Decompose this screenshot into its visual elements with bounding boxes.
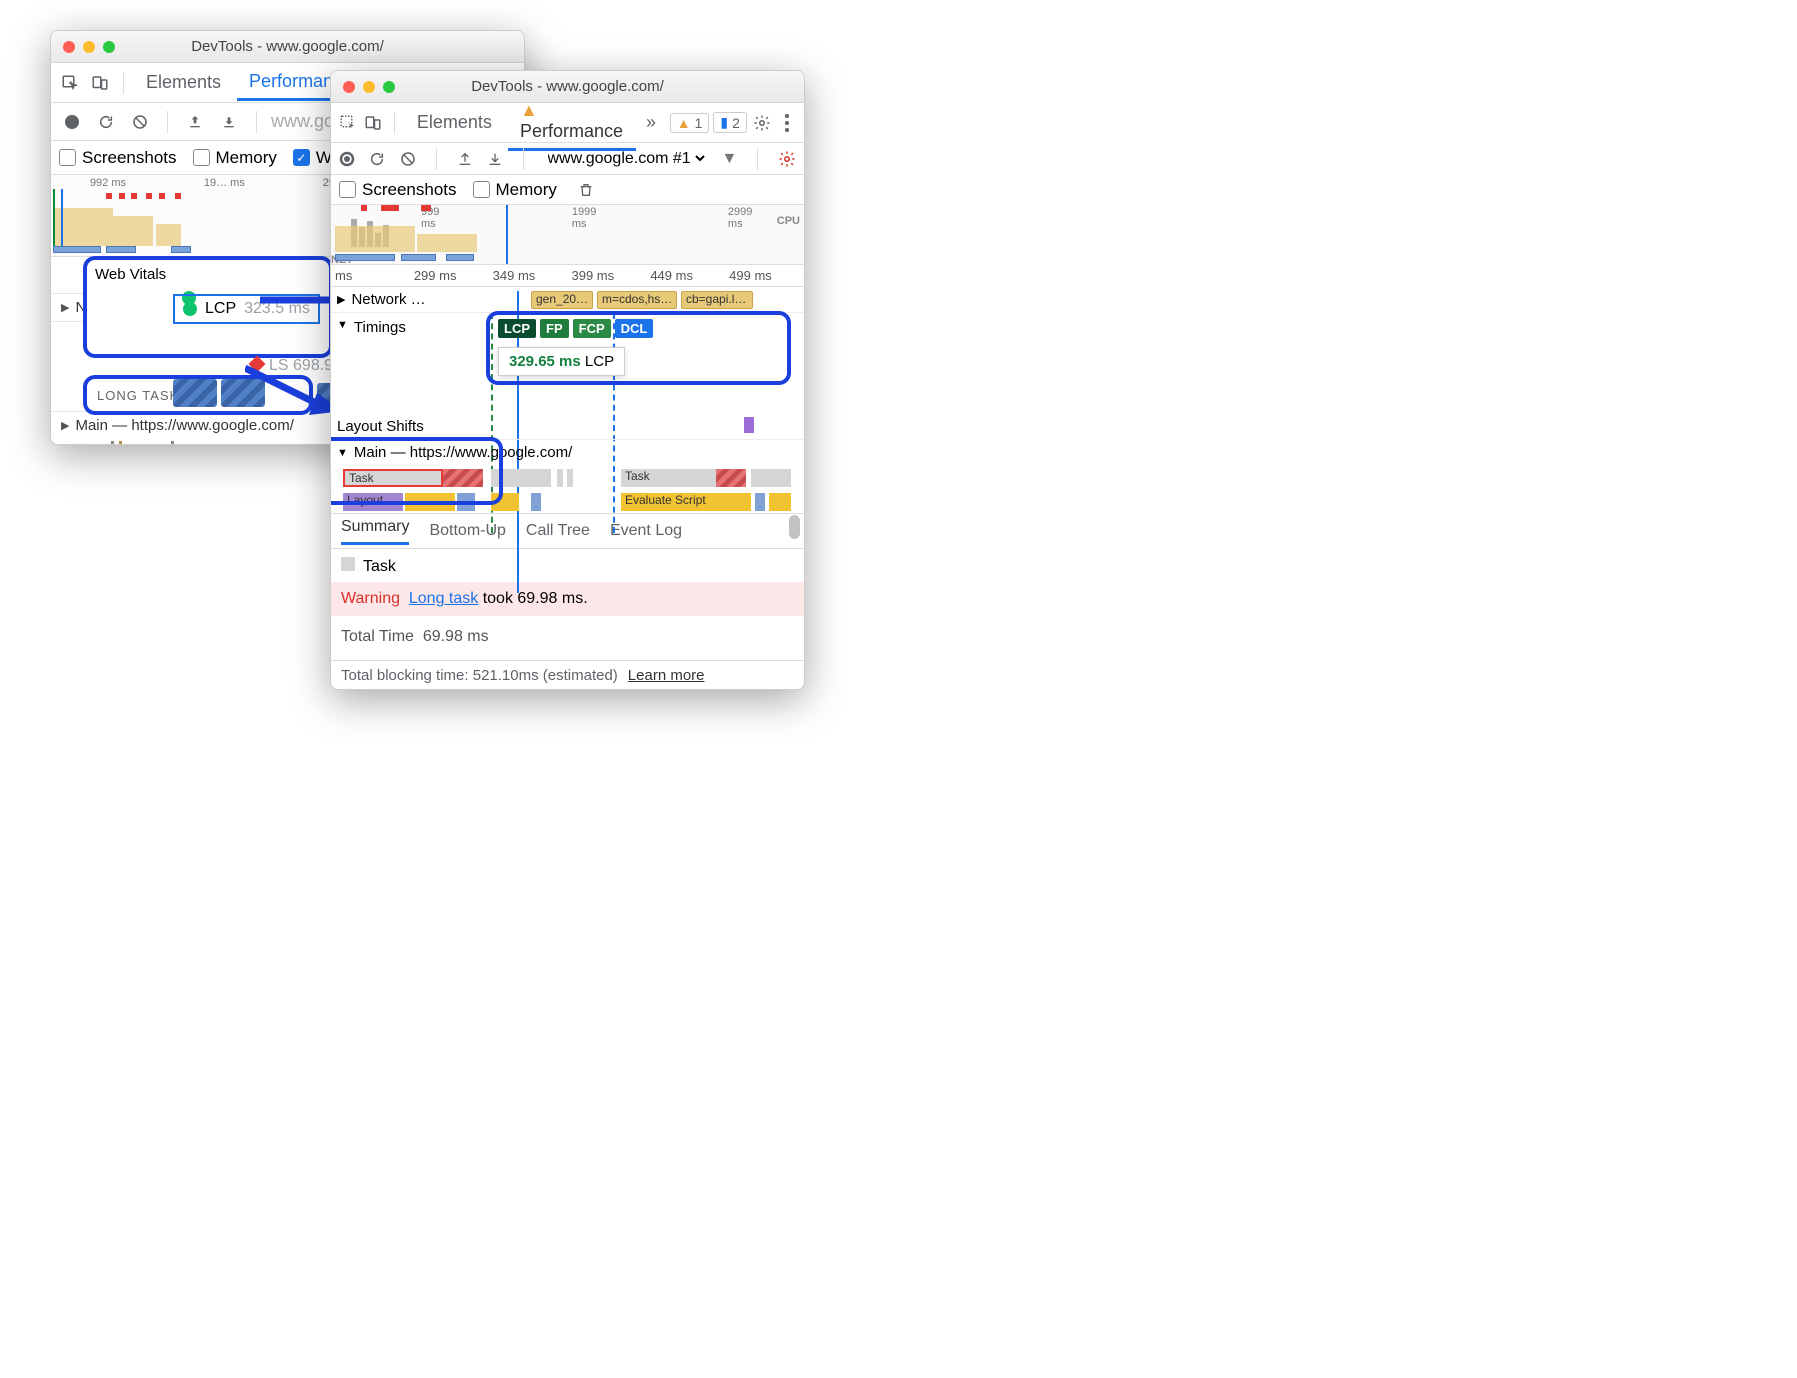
traffic-lights <box>343 81 395 93</box>
long-task-block <box>221 379 265 407</box>
tab-elements[interactable]: Elements <box>405 106 504 139</box>
total-blocking-time: Total blocking time: 521.10ms (estimated… <box>341 667 618 684</box>
bottom-tab-call-tree[interactable]: Call Tree <box>526 522 590 540</box>
kebab-icon[interactable] <box>776 110 798 136</box>
ls-diamond-icon <box>249 356 266 373</box>
status-bar: Total blocking time: 521.10ms (estimated… <box>331 660 804 690</box>
recording-select[interactable]: www.google.com #1 <box>544 149 708 168</box>
summary-pane: Task Warning Long task took 69.98 ms. To… <box>331 549 804 660</box>
record-icon[interactable] <box>339 146 355 172</box>
web-vitals-label: Web Vitals <box>87 260 329 285</box>
screenshots-checkbox[interactable]: Screenshots <box>339 180 457 200</box>
long-task-block <box>173 379 217 407</box>
evaluate-script-bar[interactable]: Evaluate Script <box>621 493 751 511</box>
bottom-tab-event-log[interactable]: Event Log <box>610 522 682 540</box>
bottom-tab-bottom-up[interactable]: Bottom-Up <box>429 522 505 540</box>
net-chip[interactable]: gen_20… <box>531 291 593 309</box>
web-vitals-highlight: Web Vitals LCP 323.5 ms <box>83 256 333 358</box>
memory-checkbox[interactable]: Memory <box>473 180 557 200</box>
zoom-dot[interactable] <box>383 81 395 93</box>
inspect-icon[interactable] <box>57 70 83 96</box>
lcp-dot-icon <box>183 302 197 316</box>
inspect-icon[interactable] <box>337 110 359 136</box>
trash-icon[interactable] <box>573 177 599 203</box>
reload-icon[interactable] <box>93 109 119 135</box>
upload-icon[interactable] <box>456 146 472 172</box>
task-bar[interactable]: Task <box>621 469 716 487</box>
layout-shifts-track[interactable]: Layout Shifts <box>331 413 804 439</box>
capture-settings-icon[interactable] <box>778 146 796 172</box>
flamechart[interactable]: ms299 ms349 ms399 ms449 ms499 ms ▶Networ… <box>331 265 804 513</box>
lcp-badge[interactable]: LCP <box>498 319 536 338</box>
close-dot[interactable] <box>63 41 75 53</box>
settings-icon[interactable] <box>751 110 773 136</box>
warning-label: Warning <box>341 590 400 607</box>
fcp-badge[interactable]: FCP <box>573 319 611 338</box>
minimize-dot[interactable] <box>83 41 95 53</box>
fp-badge[interactable]: FP <box>540 319 569 338</box>
download-icon[interactable] <box>487 146 503 172</box>
timings-tooltip: 329.65 ms LCP <box>498 347 625 376</box>
overview-strip[interactable]: 999 ms1999 ms2999 ms CPU NET <box>331 205 804 265</box>
long-task-link[interactable]: Long task <box>409 590 478 607</box>
reload-icon[interactable] <box>369 146 385 172</box>
devtools-window-front: DevTools - www.google.com/ Elements ▲ Pe… <box>330 70 805 690</box>
lcp-tooltip: LCP 323.5 ms <box>173 294 320 324</box>
bottom-tab-summary[interactable]: Summary <box>341 518 409 545</box>
task-color-swatch <box>341 557 355 571</box>
window-title: DevTools - www.google.com/ <box>191 38 384 55</box>
minimize-dot[interactable] <box>363 81 375 93</box>
titlebar: DevTools - www.google.com/ <box>331 71 804 103</box>
summary-task-row: Task <box>341 557 794 576</box>
layout-shift-marker <box>744 417 754 433</box>
clear-icon[interactable] <box>400 146 416 172</box>
messages-badge[interactable]: ▮2 <box>713 112 747 133</box>
download-icon[interactable] <box>216 109 242 135</box>
window-title: DevTools - www.google.com/ <box>471 78 664 95</box>
total-time-row: Total Time 69.98 ms <box>341 622 794 652</box>
network-track[interactable]: ▶Network … gen_20… m=cdos,hs… cb=gapi.l… <box>331 287 804 313</box>
device-toggle-icon[interactable] <box>363 110 385 136</box>
memory-checkbox[interactable]: Memory <box>193 148 277 168</box>
warning-row: Warning Long task took 69.98 ms. <box>331 582 804 616</box>
titlebar: DevTools - www.google.com/ <box>51 31 524 63</box>
traffic-lights <box>63 41 115 53</box>
net-chip[interactable]: m=cdos,hs… <box>597 291 677 309</box>
dcl-badge[interactable]: DCL <box>615 319 654 338</box>
panels-row: Elements ▲ Performance » ▲1 ▮2 <box>331 103 804 143</box>
select-chevron-icon: ▼ <box>722 150 738 168</box>
details-tabs: Summary Bottom-Up Call Tree Event Log <box>331 513 804 549</box>
device-toggle-icon[interactable] <box>87 70 113 96</box>
options-row: Screenshots Memory <box>331 175 804 205</box>
more-tabs-icon[interactable]: » <box>640 110 662 136</box>
cpu-cap: CPU <box>777 215 800 227</box>
upload-icon[interactable] <box>182 109 208 135</box>
screenshots-checkbox[interactable]: Screenshots <box>59 148 177 168</box>
record-icon[interactable] <box>59 109 85 135</box>
timings-highlight: LCP FP FCP DCL 329.65 ms LCP <box>486 311 791 385</box>
task-highlight <box>330 437 503 505</box>
close-dot[interactable] <box>343 81 355 93</box>
learn-more-link[interactable]: Learn more <box>628 667 705 684</box>
warnings-badge[interactable]: ▲1 <box>670 113 710 133</box>
clear-icon[interactable] <box>127 109 153 135</box>
net-chip[interactable]: cb=gapi.l… <box>681 291 753 309</box>
zoom-dot[interactable] <box>103 41 115 53</box>
time-ruler: ms299 ms349 ms399 ms449 ms499 ms <box>331 265 804 287</box>
tab-elements[interactable]: Elements <box>134 66 233 99</box>
